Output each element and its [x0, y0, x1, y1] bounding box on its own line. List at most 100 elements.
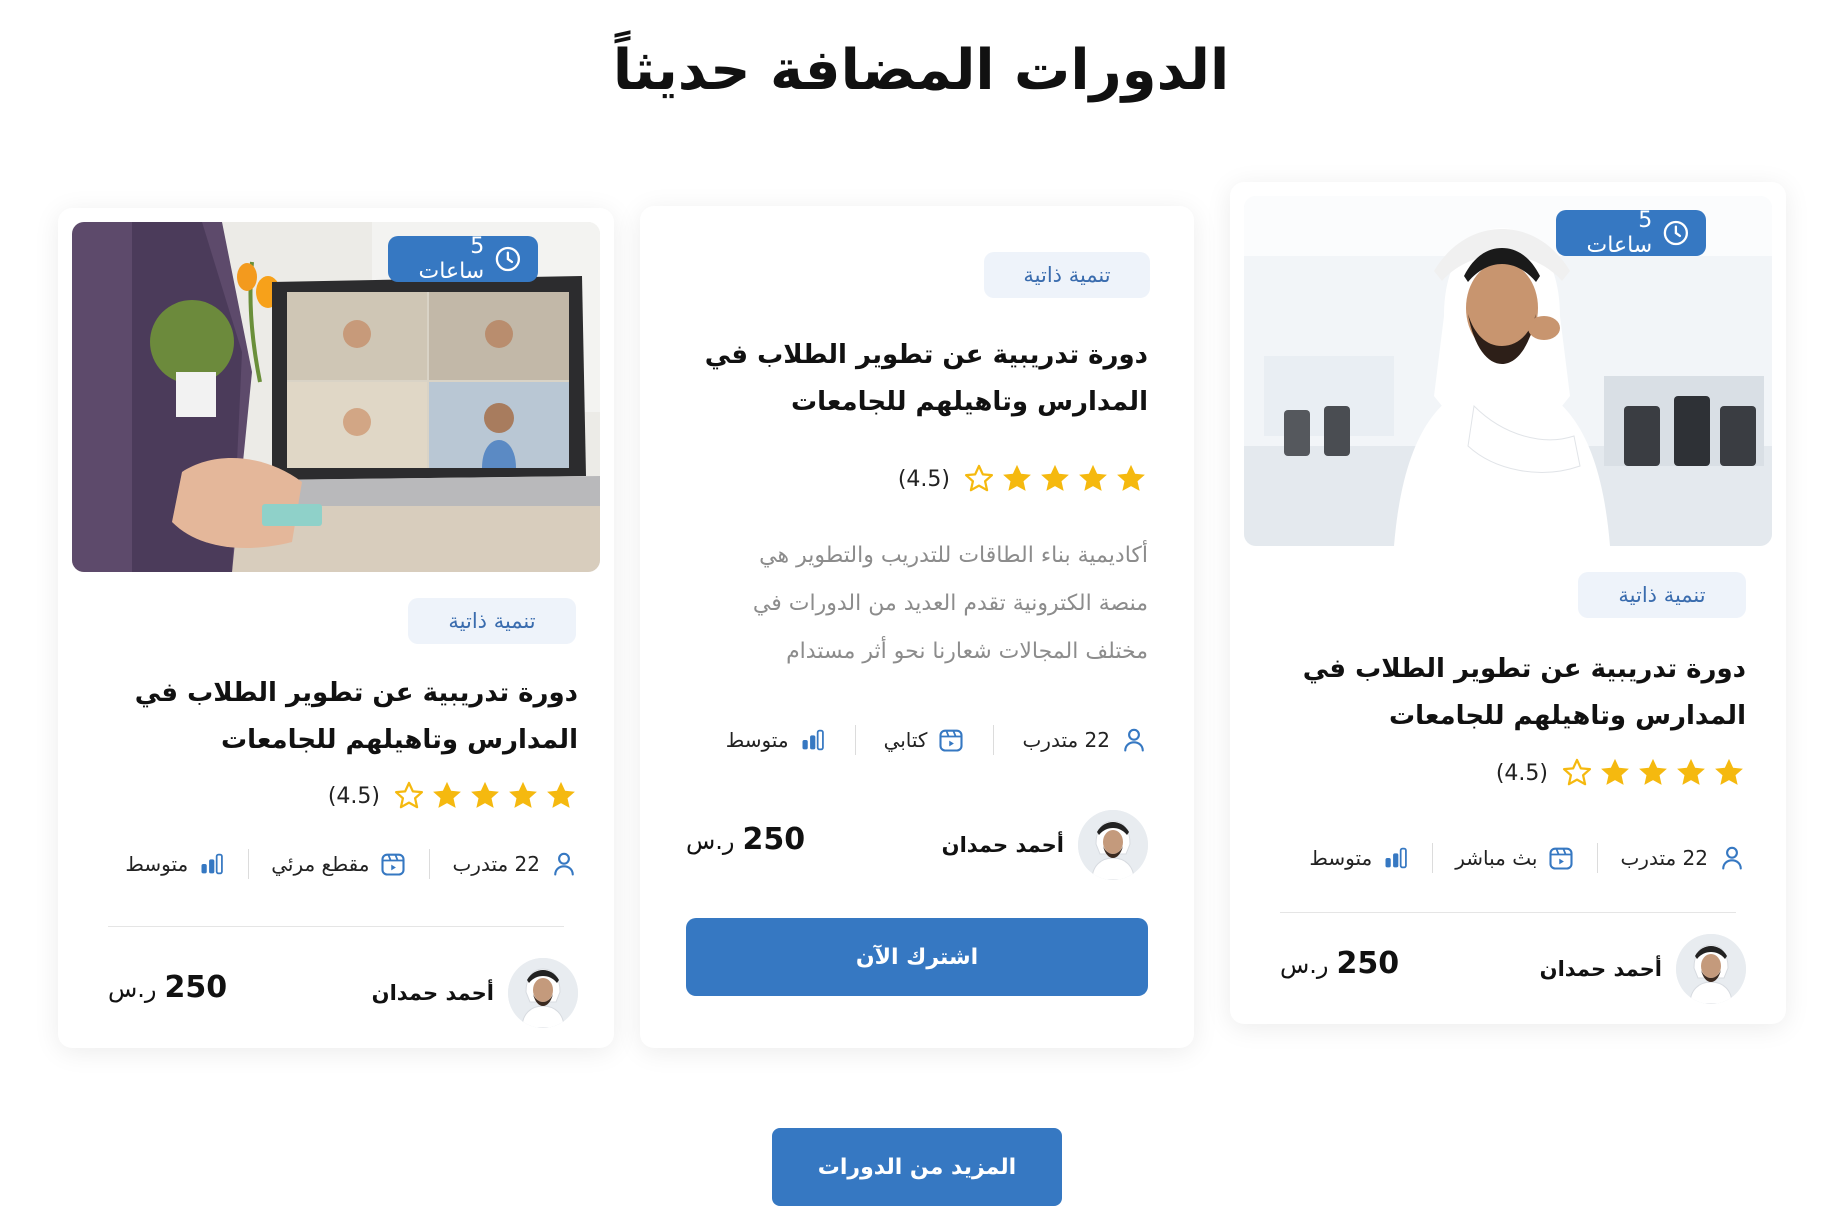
avatar	[1078, 810, 1148, 880]
rating: (4.5)	[328, 779, 578, 813]
course-meta: 22 متدرب بث مباشر متوسط	[1309, 838, 1746, 878]
course-format: مقطع مرئي	[271, 850, 407, 878]
category-badge[interactable]: تنمية ذاتية	[984, 252, 1150, 298]
course-title[interactable]: دورة تدريبية عن تطوير الطلاب في المدارس …	[688, 332, 1148, 426]
course-format: بث مباشر	[1455, 844, 1575, 872]
instructor[interactable]: أحمد حمدان	[942, 810, 1148, 880]
format-text: بث مباشر	[1455, 846, 1538, 870]
instructor[interactable]: أحمد حمدان	[372, 958, 578, 1028]
level-bars-icon	[799, 726, 827, 754]
price-currency: ر.س	[108, 975, 157, 1003]
course-title-line: دورة تدريبية عن تطوير الطلاب في	[1302, 654, 1746, 684]
avatar	[508, 958, 578, 1028]
instructor[interactable]: أحمد حمدان	[1540, 934, 1746, 1004]
user-icon	[1120, 726, 1148, 754]
meta-divider	[1432, 843, 1434, 873]
course-title-line: المدارس وتاهيلهم للجامعات	[220, 725, 578, 755]
clock-icon	[494, 244, 522, 274]
price: 250 ر.س	[1280, 946, 1399, 981]
price-currency: ر.س	[686, 827, 735, 855]
rating-value: (4.5)	[897, 466, 950, 492]
rating: (4.5)	[1496, 756, 1746, 790]
star-icon	[468, 779, 502, 813]
course-format: كتابي	[884, 726, 966, 754]
price-value: 250	[742, 822, 806, 857]
description-line: أكاديمية بناء الطاقات للتدريب والتطوير ه…	[759, 543, 1148, 568]
price: 250 ر.س	[686, 822, 805, 857]
course-title-line: دورة تدريبية عن تطوير الطلاب في	[704, 340, 1148, 370]
instructor-name: أحمد حمدان	[941, 833, 1064, 857]
price-value: 250	[164, 970, 228, 1005]
rating: (4.5)	[898, 462, 1148, 496]
user-icon	[550, 850, 578, 878]
course-card[interactable]: تنمية ذاتية دورة تدريبية عن تطوير الطلاب…	[640, 206, 1194, 1048]
format-text: مقطع مرئي	[271, 852, 370, 876]
category-badge[interactable]: تنمية ذاتية	[1578, 572, 1746, 618]
duration-text: 5 ساعات	[418, 234, 485, 284]
star-icon	[1114, 462, 1148, 496]
level-text: متوسط	[1309, 846, 1373, 870]
level-text: متوسط	[725, 728, 789, 752]
subscribe-button[interactable]: اشترك الآن	[686, 918, 1148, 996]
user-icon	[1718, 844, 1746, 872]
course-title[interactable]: دورة تدريبية عن تطوير الطلاب في المدارس …	[78, 670, 578, 764]
star-icon	[544, 779, 578, 813]
instructor-name: أحمد حمدان	[371, 981, 494, 1005]
video-icon	[379, 850, 407, 878]
course-level: متوسط	[726, 726, 827, 754]
star-icon	[1598, 756, 1632, 790]
course-card[interactable]: 5 ساعات تنمية ذاتية دورة تدريبية عن تطوي…	[1230, 182, 1786, 1024]
trainees-text: 22 متدرب	[1620, 846, 1708, 870]
meta-divider	[854, 725, 856, 755]
description-line: مختلف المجالات شعارنا نحو أثر مستدام	[786, 639, 1148, 664]
course-title[interactable]: دورة تدريبية عن تطوير الطلاب في المدارس …	[1246, 646, 1746, 740]
trainees-count: 22 متدرب	[452, 850, 578, 878]
star-icon	[506, 779, 540, 813]
course-title-line: دورة تدريبية عن تطوير الطلاب في	[134, 678, 578, 708]
video-icon	[1547, 844, 1575, 872]
course-card[interactable]: 5 ساعات تنمية ذاتية دورة تدريبية عن تطوي…	[58, 208, 614, 1048]
trainees-text: 22 متدرب	[452, 852, 540, 876]
trainees-count: 22 متدرب	[1022, 726, 1148, 754]
star-outline-icon	[962, 462, 996, 496]
level-bars-icon	[198, 850, 226, 878]
duration-badge: 5 ساعات	[388, 234, 538, 284]
star-outline-icon	[1560, 756, 1594, 790]
star-icon	[1636, 756, 1670, 790]
trainees-count: 22 متدرب	[1620, 844, 1746, 872]
course-meta: 22 متدرب كتابي متوسط	[726, 720, 1148, 760]
meta-divider	[429, 849, 431, 879]
price-currency: ر.س	[1280, 951, 1329, 979]
avatar	[1676, 934, 1746, 1004]
meta-divider	[993, 725, 995, 755]
page-title: الدورات المضافة حديثاً	[612, 38, 1230, 103]
course-level: متوسط	[125, 850, 226, 878]
course-title-line: المدارس وتاهيلهم للجامعات	[1388, 701, 1746, 731]
course-level: متوسط	[1309, 844, 1410, 872]
trainees-text: 22 متدرب	[1022, 728, 1110, 752]
description-line: منصة الكترونية تقدم العديد من الدورات في	[752, 591, 1148, 616]
star-icon	[1000, 462, 1034, 496]
star-icon	[1038, 462, 1072, 496]
star-icon	[1076, 462, 1110, 496]
card-divider	[108, 926, 564, 927]
level-text: متوسط	[125, 852, 189, 876]
meta-divider	[1597, 843, 1599, 873]
clock-icon	[1662, 218, 1690, 248]
star-icon	[430, 779, 464, 813]
instructor-name: أحمد حمدان	[1539, 957, 1662, 981]
star-outline-icon	[392, 779, 426, 813]
rating-value: (4.5)	[327, 783, 380, 809]
course-title-line: المدارس وتاهيلهم للجامعات	[790, 387, 1148, 417]
duration-text: 5 ساعات	[1586, 208, 1653, 258]
star-icon	[1674, 756, 1708, 790]
level-bars-icon	[1382, 844, 1410, 872]
card-divider	[1280, 912, 1736, 913]
category-badge[interactable]: تنمية ذاتية	[408, 598, 576, 644]
price-value: 250	[1336, 946, 1400, 981]
star-icon	[1712, 756, 1746, 790]
rating-value: (4.5)	[1495, 760, 1548, 786]
format-text: كتابي	[883, 728, 928, 752]
duration-badge: 5 ساعات	[1556, 208, 1706, 258]
more-courses-button[interactable]: المزيد من الدورات	[772, 1128, 1062, 1206]
